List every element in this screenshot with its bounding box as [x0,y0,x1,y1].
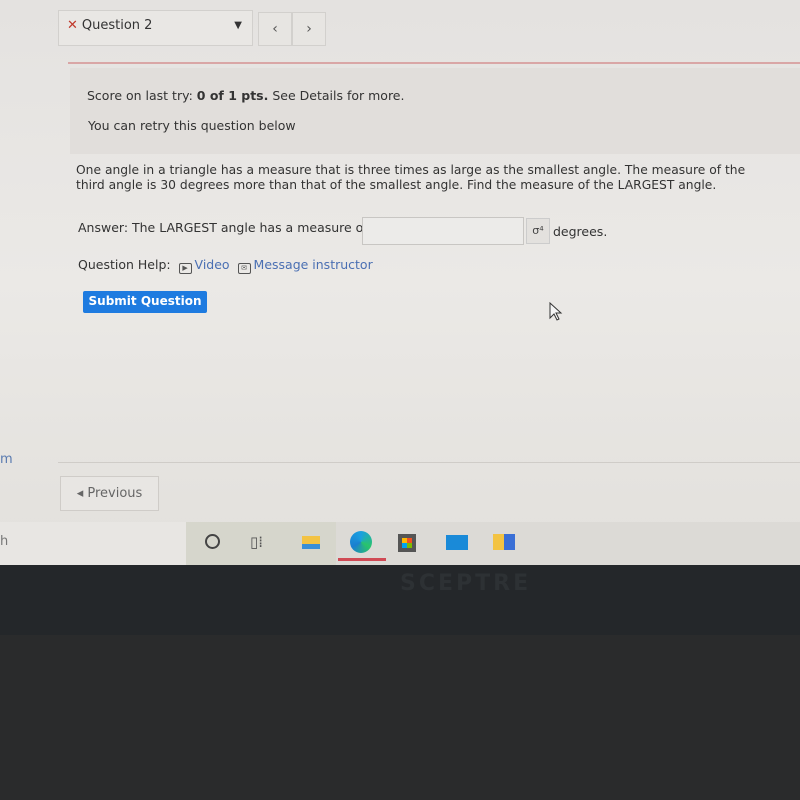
score-text: Score on last try: 0 of 1 pts. See Detai… [87,88,404,103]
task-view-icon[interactable]: ▯⁞ [250,531,272,553]
video-link[interactable]: Video [195,257,230,272]
video-icon: ▶ [178,263,192,274]
previous-button[interactable]: ◂ Previous [60,476,159,511]
score-prefix: Score on last try: [87,88,193,103]
question-help: Question Help: ▶ Video ✉ Message instructo… [78,257,373,274]
divider [68,62,800,64]
question-text: One angle in a triangle has a measure th… [76,163,746,192]
desk-background [0,635,800,800]
math-symbol-button[interactable]: σ⁴ [526,218,550,244]
app-icon[interactable] [493,531,515,553]
message-instructor-link[interactable]: Message instructor [254,257,373,272]
incorrect-x-icon: ✕ [67,18,78,33]
mouse-cursor-icon [549,302,563,321]
envelope-icon: ✉ [237,263,251,274]
score-box [70,68,800,154]
active-indicator [338,558,386,561]
cortana-icon[interactable] [202,531,224,553]
mail-icon[interactable] [446,531,468,553]
previous-question-button[interactable]: ‹ [258,12,292,46]
question-selector[interactable]: ✕ Question 2 ▼ [58,10,253,46]
retry-text: You can retry this question below [88,118,296,133]
edge-icon[interactable] [350,531,372,553]
divider [58,462,800,463]
answer-input[interactable] [362,217,524,245]
dropdown-caret-icon: ▼ [234,20,242,31]
edge-fragment: h [0,534,9,549]
unit-label: degrees. [553,224,608,239]
taskbar-search[interactable] [0,522,186,565]
store-icon[interactable] [398,531,420,553]
question-label: Question 2 [81,18,153,33]
score-value: 0 of 1 pts. [196,88,269,103]
monitor-logo: SCEPTRE [400,571,532,596]
submit-question-button[interactable]: Submit Question [83,291,207,313]
answer-label: Answer: The LARGEST angle has a measure … [78,220,368,235]
next-question-button[interactable]: › [292,12,326,46]
score-suffix: See Details for more. [272,88,405,103]
help-label: Question Help: [78,257,171,272]
edge-fragment: m [0,452,13,467]
file-explorer-icon[interactable] [302,531,324,553]
